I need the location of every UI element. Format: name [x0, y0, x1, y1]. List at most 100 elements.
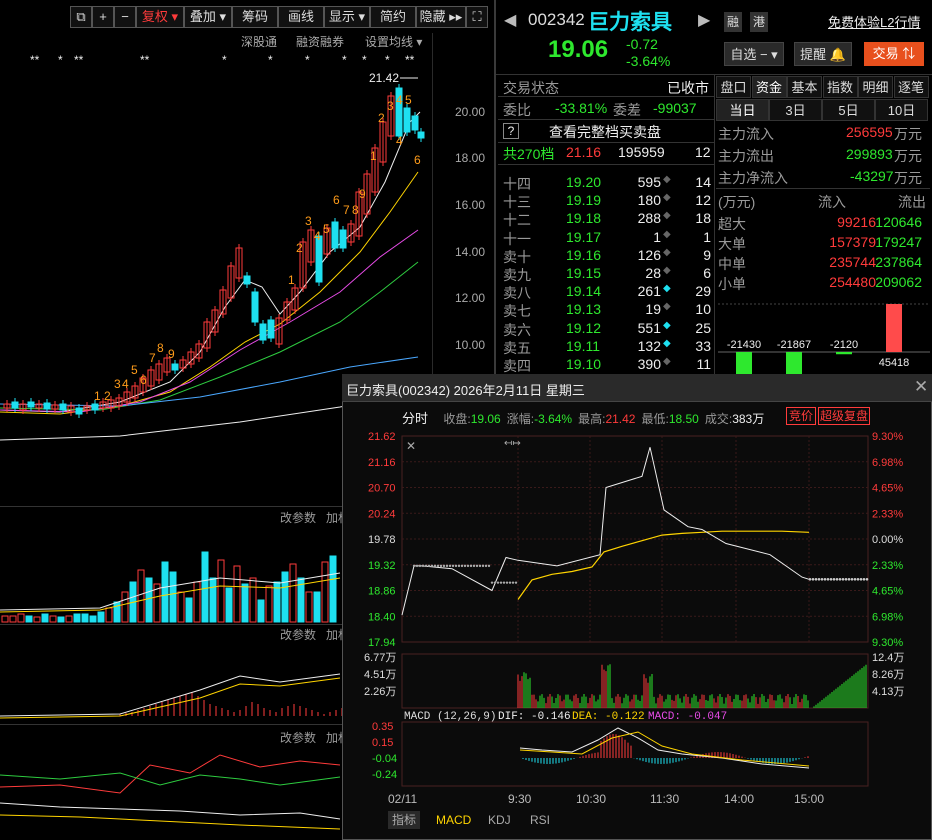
volume-bar	[225, 587, 233, 623]
indicator-tab-2[interactable]: KDJ	[484, 811, 515, 829]
level-price: 19.17	[566, 228, 602, 245]
svg-text:6: 6	[414, 153, 421, 167]
hk-tag[interactable]: 港	[750, 12, 768, 32]
tab-2[interactable]: 基本	[787, 76, 822, 98]
level-count: 25	[695, 319, 711, 336]
dea-label: DEA: -0.122	[572, 711, 645, 723]
stock-code: 002342	[528, 10, 585, 29]
svg-text:*: *	[268, 53, 273, 67]
level-label: 卖五	[503, 339, 531, 356]
level-marker-icon: ◆	[663, 246, 671, 258]
period-tab-2[interactable]: 5日	[822, 99, 875, 121]
svg-text:**: **	[140, 53, 150, 67]
volume-bar	[73, 613, 81, 623]
candle	[339, 226, 347, 252]
indicator-tab-3[interactable]: RSI	[526, 811, 554, 829]
ma-settings-link[interactable]: 设置均线 ▾	[365, 33, 422, 50]
period-tab-0[interactable]: 当日	[716, 99, 769, 121]
level-volume: 19	[645, 301, 661, 318]
candle	[235, 244, 243, 282]
l2-link[interactable]: 免费体验L2行情	[828, 12, 920, 31]
indicator-tab-0[interactable]: 指标	[388, 811, 421, 829]
volume-bar	[41, 613, 49, 623]
candle	[219, 286, 227, 318]
indicator-tab-1[interactable]: MACD	[432, 811, 475, 829]
hk-connect-link[interactable]: 深股通	[241, 33, 277, 50]
svg-text:2: 2	[104, 389, 111, 403]
margin-tag[interactable]: 融	[724, 12, 742, 32]
margin-link[interactable]: 融资融券	[296, 33, 344, 50]
macd-value: MACD: -0.047	[648, 711, 727, 723]
display-button[interactable]: 显示 ▾	[324, 6, 370, 28]
svg-text:7: 7	[343, 203, 350, 217]
info-item: 成交:383万	[704, 412, 765, 426]
candle	[283, 298, 291, 324]
alert-button[interactable]: 提醒 🔔	[794, 42, 852, 66]
svg-text:*: *	[342, 53, 347, 67]
level-label: 卖九	[503, 267, 531, 283]
minus-icon[interactable]: −	[114, 6, 136, 28]
simple-button[interactable]: 简约	[370, 6, 416, 28]
close-icon[interactable]: ✕	[914, 377, 928, 397]
candle	[379, 118, 387, 166]
svg-text:1: 1	[94, 389, 101, 403]
svg-text:2: 2	[378, 111, 385, 125]
full-orderbook-button[interactable]: ? 查看完整档买卖盘	[503, 122, 713, 140]
tab-4[interactable]: 明细	[858, 76, 893, 98]
fund-bar-label: 45418	[879, 357, 910, 369]
level-price: 19.18	[566, 210, 602, 227]
price-ylabel: 21.62	[368, 431, 396, 443]
period-tab-3[interactable]: 10日	[875, 99, 928, 121]
trade-button[interactable]: 交易 ⇅	[864, 42, 924, 66]
overlay-button[interactable]: 叠加 ▾	[184, 6, 232, 28]
tab-3[interactable]: 指数	[822, 76, 858, 98]
svg-text:3: 3	[387, 99, 394, 113]
window-icon[interactable]: ⧉	[70, 6, 92, 28]
auction-button[interactable]: 竞价	[786, 407, 816, 425]
svg-text:*: *	[58, 53, 63, 67]
svg-text:6: 6	[333, 193, 340, 207]
fund-header: (万元) 流入 流出	[718, 194, 926, 210]
volume-bar	[121, 591, 129, 623]
divider	[498, 164, 714, 165]
orderbook-row: 十一 19.17 1 ◆ 1	[503, 229, 713, 247]
panel-param-link[interactable]: 改参数	[280, 509, 316, 526]
level-price: 19.14	[566, 283, 602, 300]
crosshair-icon[interactable]: ✕	[406, 439, 416, 453]
price-ylabel: 18.86	[368, 586, 396, 598]
chips-button[interactable]: 筹码	[232, 6, 278, 28]
watchlist-button[interactable]: 自选 − ▾	[724, 42, 784, 66]
kline-ylabel: 16.00	[455, 198, 485, 212]
candle	[331, 218, 339, 252]
restore-right-button[interactable]: 复权 ▾	[136, 6, 184, 28]
orderbook-row: 卖九 19.15 28 ◆ 6	[503, 265, 713, 283]
svg-text:**: **	[30, 53, 40, 67]
svg-text:8: 8	[352, 203, 359, 217]
svg-text:1: 1	[370, 149, 377, 163]
next-stock-icon[interactable]: ▶	[698, 10, 710, 30]
fund-kind: 超大	[718, 216, 746, 232]
level-label: 十二	[503, 212, 531, 229]
level-price: 19.11	[566, 337, 600, 354]
level-label: 卖八	[503, 285, 531, 302]
level-marker-icon: ◆	[663, 174, 671, 185]
prev-stock-icon[interactable]: ◀	[504, 10, 516, 30]
draw-button[interactable]: 画线	[278, 6, 324, 28]
fullscreen-icon[interactable]: ⛶	[466, 6, 488, 28]
volume-bar	[145, 577, 153, 623]
macd-ylabel: 0.35	[372, 721, 393, 733]
plus-icon[interactable]: +	[92, 6, 114, 28]
orderbook-row: 十三 19.19 180 ◆ 12	[503, 192, 713, 210]
panel-param-link[interactable]: 改参数	[280, 729, 316, 746]
tab-5[interactable]: 逐笔	[893, 76, 929, 98]
pct-ylabel: 2.33%	[872, 560, 903, 572]
period-tab-1[interactable]: 3日	[769, 99, 822, 121]
hide-button[interactable]: 隐藏 ▸▸	[416, 6, 466, 28]
tab-1[interactable]: 资金	[751, 76, 787, 98]
vol-ylabel: 4.51万	[364, 669, 396, 681]
candle	[259, 320, 267, 344]
tab-0[interactable]: 盘口	[716, 76, 751, 98]
level-volume: 1	[653, 228, 661, 245]
volume-bar	[49, 615, 57, 623]
replay-button[interactable]: 超级复盘	[818, 407, 870, 425]
